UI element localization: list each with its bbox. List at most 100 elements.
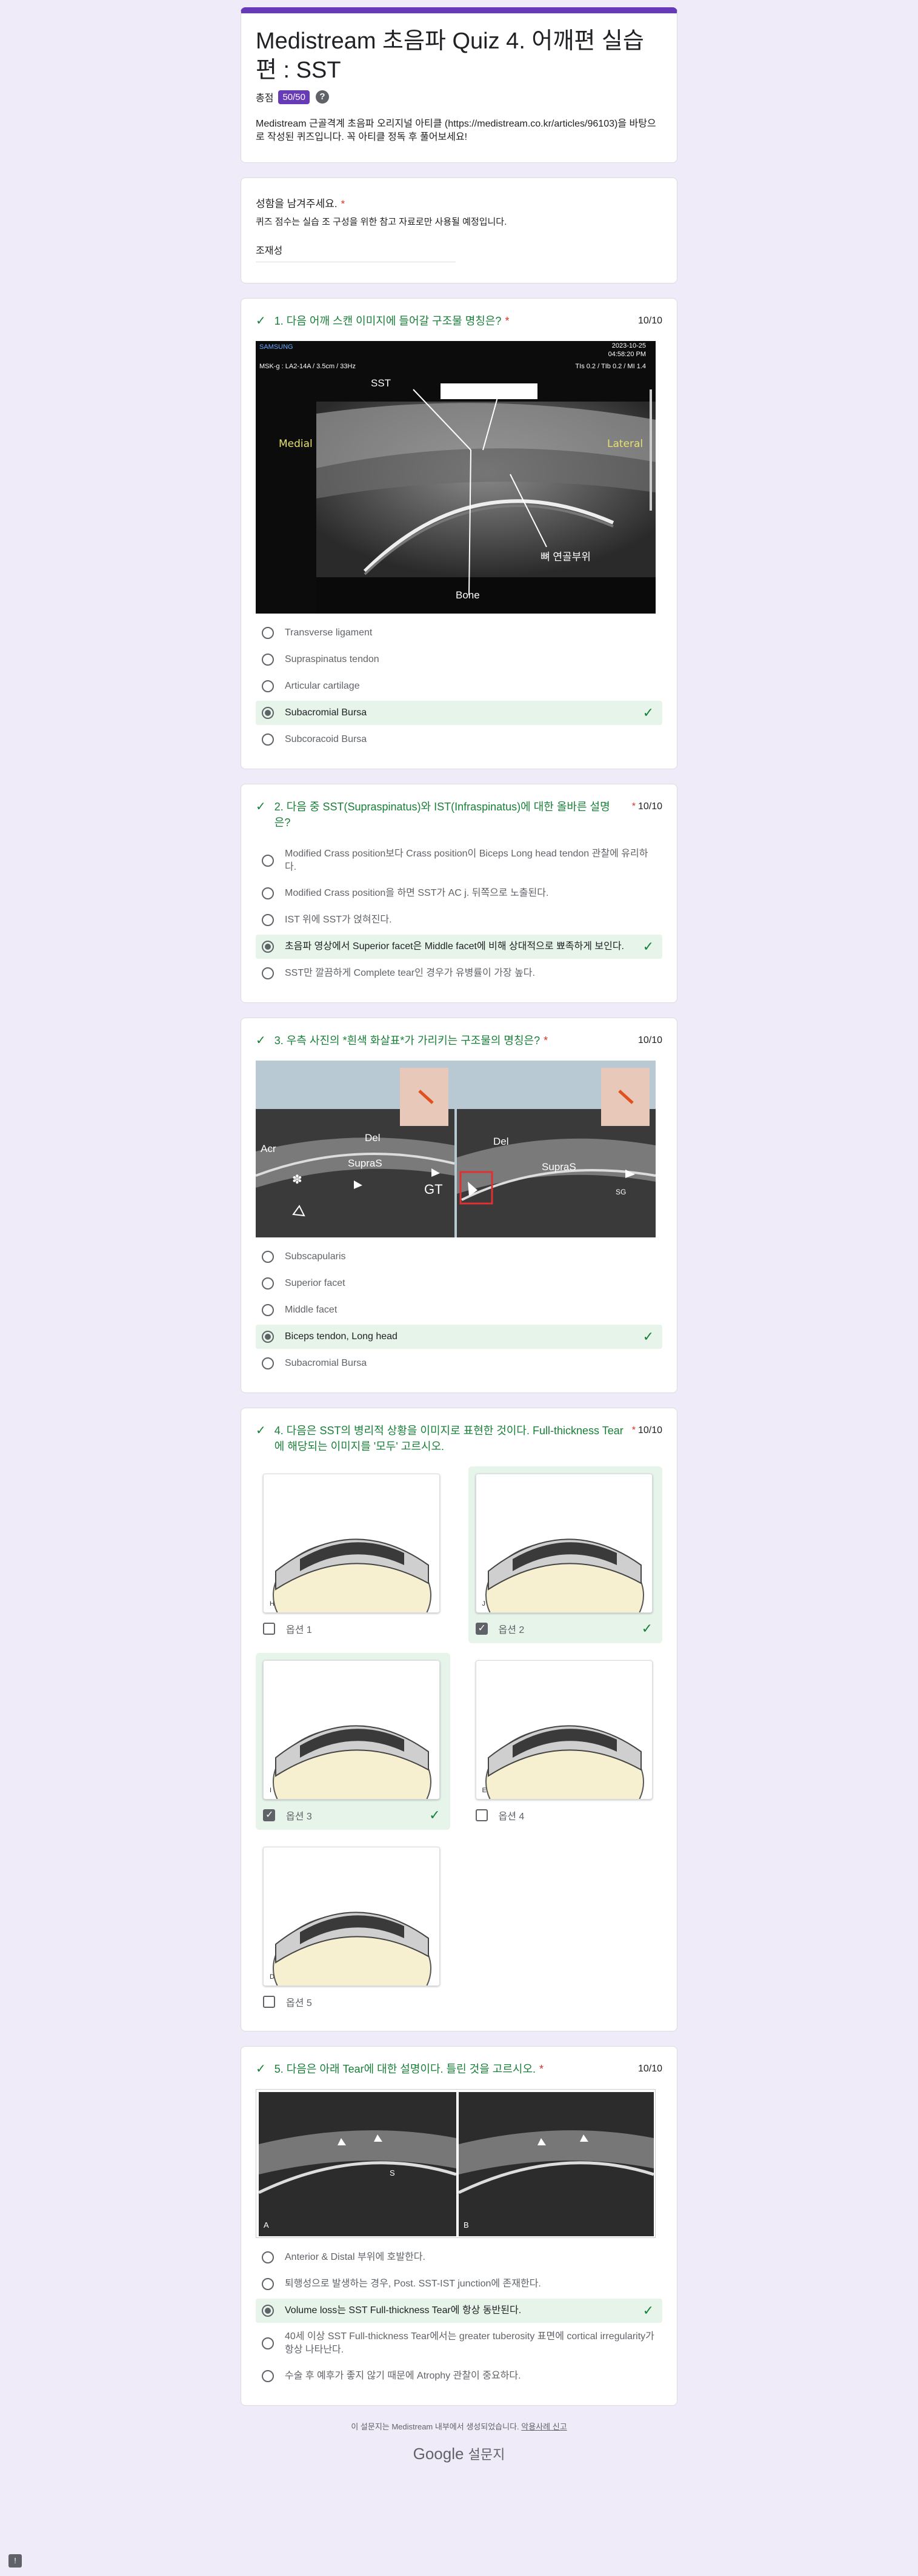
- q2-option[interactable]: SST만 깔끔하게 Complete tear인 경우가 유병률이 가장 높다.: [256, 961, 662, 985]
- q5-option[interactable]: 수술 후 예후가 좋지 않기 때문에 Atrophy 관찰이 중요하다.: [256, 2364, 662, 2388]
- option-label: SST만 깔끔하게 Complete tear인 경우가 유병률이 가장 높다.: [285, 968, 535, 978]
- checkbox-label: 옵션 3: [286, 1812, 312, 1822]
- footer-text: 이 설문지는 Medistream 내부에서 생성되었습니다.: [351, 2422, 519, 2431]
- radio-button[interactable]: [262, 967, 274, 979]
- q2-title-text: 2. 다음 중 SST(Supraspinatus)와 IST(Infraspi…: [274, 801, 610, 829]
- name-question-desc: 퀴즈 점수는 실습 조 구성을 위한 참고 자료로만 사용될 예정입니다.: [256, 217, 507, 227]
- q1-option[interactable]: Subacromial Bursa ✓: [256, 701, 662, 725]
- label-sst: SST: [371, 377, 391, 389]
- q1-option[interactable]: Subcoracoid Bursa: [256, 727, 662, 752]
- checkbox[interactable]: [475, 1622, 488, 1635]
- google-forms-brand: Google 설문지: [241, 2444, 677, 2463]
- radio-button[interactable]: [262, 2337, 274, 2349]
- q4-option[interactable]: H 옵션 1: [256, 1466, 450, 1643]
- radio-button[interactable]: [262, 2370, 274, 2382]
- option-label: Modified Crass position보다 Crass position…: [285, 849, 648, 872]
- checkbox-label: 옵션 1: [286, 1625, 312, 1635]
- q2-option[interactable]: Modified Crass position보다 Crass position…: [256, 843, 662, 879]
- required-mark: *: [631, 801, 636, 812]
- option-label: Supraspinatus tendon: [285, 654, 379, 664]
- radio-button[interactable]: [262, 914, 274, 926]
- radio-button[interactable]: [262, 2305, 274, 2317]
- q3-option[interactable]: Biceps tendon, Long head ✓: [256, 1325, 662, 1349]
- check-icon: ✓: [256, 2062, 266, 2076]
- radio-button[interactable]: [262, 1304, 274, 1316]
- label-del-right: Del: [493, 1136, 509, 1147]
- q2-option[interactable]: 초음파 영상에서 Superior facet은 Middle facet에 비…: [256, 935, 662, 959]
- check-icon: ✓: [256, 800, 266, 813]
- q5-option[interactable]: Anterior & Distal 부위에 호발한다.: [256, 2245, 662, 2270]
- checkbox[interactable]: [263, 1809, 275, 1821]
- brand-forms: 설문지: [468, 2447, 505, 2462]
- checkbox-row[interactable]: 옵션 5: [263, 1995, 443, 2009]
- q4-option[interactable]: D 옵션 5: [256, 1839, 450, 2016]
- checkbox[interactable]: [263, 1623, 275, 1635]
- checkbox[interactable]: [475, 1809, 488, 1821]
- q3-option[interactable]: Subacromial Bursa: [256, 1351, 662, 1376]
- q2-option[interactable]: Modified Crass position을 하면 SST가 AC j. 뒤…: [256, 881, 662, 906]
- q3-option[interactable]: Subscapularis: [256, 1245, 662, 1269]
- help-icon[interactable]: ?: [316, 90, 329, 104]
- q4-option[interactable]: I 옵션 3 ✓: [256, 1653, 450, 1830]
- checkbox-row[interactable]: 옵션 3 ✓: [263, 1807, 443, 1823]
- q5-option[interactable]: 퇴행성으로 발생하는 경우, Post. SST-IST junction에 존…: [256, 2272, 662, 2296]
- required-mark: *: [505, 315, 510, 327]
- option-label: 40세 이상 SST Full-thickness Tear에서는 greate…: [285, 2331, 654, 2355]
- label-acr: Acr: [261, 1143, 276, 1154]
- radio-button[interactable]: [262, 1277, 274, 1290]
- name-answer: 조재성: [256, 242, 456, 262]
- q1-option[interactable]: Supraspinatus tendon: [256, 647, 662, 672]
- q2-option[interactable]: IST 위에 SST가 얹혀진다.: [256, 908, 662, 932]
- checkbox[interactable]: [263, 1996, 275, 2008]
- radio-button[interactable]: [262, 2278, 274, 2290]
- feedback-icon[interactable]: !: [8, 2554, 22, 2568]
- option-illustration: E: [475, 1660, 653, 1800]
- radio-button[interactable]: [262, 733, 274, 746]
- q2-options: Modified Crass position보다 Crass position…: [256, 843, 662, 985]
- option-label: Volume loss는 SST Full-thickness Tear에 항상…: [285, 2305, 522, 2316]
- label-bone: Bone: [456, 589, 480, 601]
- shoulder-diagram: [273, 1538, 431, 1612]
- checkbox-label: 옵션 2: [498, 1625, 525, 1635]
- label-cartilage: 뼈 연골부위: [540, 551, 591, 563]
- radio-button[interactable]: [262, 2251, 274, 2263]
- radio-button[interactable]: [262, 941, 274, 953]
- checkbox-row[interactable]: 옵션 4: [475, 1808, 656, 1823]
- q1-option[interactable]: Transverse ligament: [256, 621, 662, 645]
- report-abuse-link[interactable]: 악용사례 신고: [521, 2422, 567, 2431]
- q3-option[interactable]: Middle facet: [256, 1298, 662, 1322]
- us-ti: TIs 0.2 / TIb 0.2 / MI 1.4: [575, 363, 646, 370]
- checkbox-row[interactable]: 옵션 1: [263, 1621, 443, 1636]
- checkbox-row[interactable]: 옵션 2 ✓: [475, 1621, 656, 1636]
- radio-button[interactable]: [262, 887, 274, 899]
- q5-ultrasound-image: A B S: [256, 2089, 656, 2238]
- ultrasound-drawing: [316, 383, 656, 614]
- radio-button[interactable]: [262, 1357, 274, 1369]
- score-row: 총점 50/50 ?: [256, 90, 662, 104]
- q4-points: * 10/10: [632, 1425, 662, 1436]
- required-mark: *: [544, 1035, 548, 1047]
- brand-google: Google: [413, 2445, 464, 2463]
- q5-option[interactable]: 40세 이상 SST Full-thickness Tear에서는 greate…: [256, 2325, 662, 2362]
- radio-button[interactable]: [262, 1251, 274, 1263]
- form-title: Medistream 초음파 Quiz 4. 어깨편 실습편 : SST: [256, 28, 644, 83]
- question-name-card: 성함을 남겨주세요. * 퀴즈 점수는 실습 조 구성을 위한 참고 자료로만 사…: [241, 177, 677, 283]
- shoulder-diagram: [485, 1538, 644, 1612]
- label-gt: GT: [424, 1182, 443, 1197]
- radio-button[interactable]: [262, 707, 274, 719]
- radio-button[interactable]: [262, 855, 274, 867]
- radio-button[interactable]: [262, 680, 274, 692]
- option-letter: J: [482, 1600, 486, 1608]
- shoulder-diagram: [485, 1725, 644, 1799]
- q5-option[interactable]: Volume loss는 SST Full-thickness Tear에 항상…: [256, 2299, 662, 2323]
- q4-option[interactable]: E 옵션 4: [468, 1653, 663, 1830]
- q4-option[interactable]: J 옵션 2 ✓: [468, 1466, 662, 1643]
- q3-option[interactable]: Superior facet: [256, 1271, 662, 1296]
- q1-option[interactable]: Articular cartilage: [256, 674, 662, 698]
- check-icon: ✓: [256, 1034, 266, 1047]
- radio-button[interactable]: [262, 627, 274, 639]
- option-label: Anterior & Distal 부위에 호발한다.: [285, 2252, 425, 2262]
- shoulder-diagram: [273, 1912, 431, 1985]
- radio-button[interactable]: [262, 654, 274, 666]
- radio-button[interactable]: [262, 1331, 274, 1343]
